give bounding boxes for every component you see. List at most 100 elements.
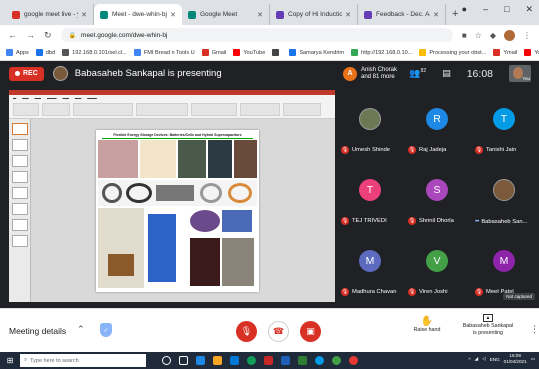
task-view-icon[interactable] <box>179 356 188 365</box>
participant-tile[interactable]: V 🎙 Viren Joshi <box>405 232 470 301</box>
leave-call-button[interactable]: ☎ <box>268 321 289 342</box>
slide-thumbnail[interactable] <box>12 123 28 135</box>
volume-icon[interactable]: ◁ <box>482 356 486 362</box>
paper-image <box>108 254 134 276</box>
search-placeholder: Type here to search <box>30 357 79 364</box>
mic-off-icon: 🎙 <box>240 326 253 336</box>
bookmark-item[interactable]: YouTube <box>524 49 539 56</box>
bookmark-icon <box>233 49 241 56</box>
chrome-icon[interactable] <box>247 356 256 365</box>
participant-tile[interactable]: ••• Babasaheb San... <box>472 161 537 230</box>
participant-tile[interactable]: T 🎙 TEJ TRIVEDI <box>338 161 403 230</box>
slide-thumbnail[interactable] <box>12 187 28 199</box>
url-text: meet.google.com/dwe-whin-bj <box>81 31 168 39</box>
close-icon[interactable]: ✕ <box>257 11 263 19</box>
meet-favicon-icon <box>188 10 196 19</box>
edge-icon[interactable] <box>196 356 205 365</box>
extension-icons: ■ ☆ ◆ ⋮ <box>462 29 531 41</box>
bookmark-item[interactable]: YouTube <box>233 49 265 56</box>
shield-icon[interactable]: ✓ <box>100 323 112 337</box>
bookmark-item[interactable]: Samarya Kendrim <box>289 49 344 56</box>
bookmark-item[interactable]: FMI Bread n Tools U <box>133 49 195 56</box>
slide-thumbnail[interactable] <box>12 203 28 215</box>
chat-icon[interactable]: ▤ <box>442 68 451 79</box>
participant-tile[interactable]: R 🎙 Raj Jadeja <box>405 90 470 159</box>
participant-tile[interactable]: M 🎙 Madhura Chavan <box>338 232 403 301</box>
participant-tile[interactable]: S 🎙 Shrinil Dhorla <box>405 161 470 230</box>
app-icon[interactable] <box>332 356 341 365</box>
browser-tab[interactable]: Feedback - Dec. April 202 ✕ <box>358 4 446 25</box>
close-icon[interactable]: ✕ <box>345 11 351 19</box>
ribbon-group <box>13 103 39 116</box>
browser-tab-active[interactable]: Meet - dwe-whin-bj ✕ <box>94 4 182 25</box>
maximize-icon[interactable]: □ <box>504 4 509 15</box>
close-icon[interactable]: ✕ <box>170 11 176 19</box>
participant-tile[interactable]: M 🎙 Meet Patel Not captured <box>472 232 537 301</box>
reload-icon[interactable]: ↻ <box>44 30 52 41</box>
menu-icon[interactable]: ⋮ <box>523 31 531 40</box>
ring-image <box>102 183 122 203</box>
profile-avatar[interactable] <box>504 29 515 41</box>
bookmark-icon <box>35 49 43 56</box>
url-input[interactable]: 🔒 meet.google.com/dwe-whin-bj <box>60 28 453 42</box>
powerpoint-icon[interactable] <box>264 356 273 365</box>
windows-start-button[interactable]: ⊞ <box>0 352 20 369</box>
app-icon[interactable] <box>349 356 358 365</box>
chevron-up-icon[interactable]: ⌃ <box>77 324 85 335</box>
mic-off-button[interactable]: 🎙 <box>236 321 257 342</box>
cortana-icon[interactable] <box>162 356 171 365</box>
close-icon[interactable]: ✕ <box>81 11 87 19</box>
excel-icon[interactable] <box>298 356 307 365</box>
participant-name: Viren Joshi <box>419 289 448 295</box>
forward-icon[interactable]: → <box>26 30 35 40</box>
language-indicator[interactable]: ENG <box>490 357 500 362</box>
bookmark-item[interactable]: Processing your obst... <box>419 49 486 56</box>
camera-off-button[interactable]: ▣ <box>300 321 321 342</box>
more-options-icon[interactable]: ⋮ <box>530 324 539 335</box>
slide-thumbnail[interactable] <box>12 139 28 151</box>
bookmark-label: Processing your obst... <box>429 49 487 56</box>
browser-tab[interactable]: Copy of Hi Induction Res ✕ <box>270 4 358 25</box>
taskbar-search-input[interactable]: ⌕ Type here to search <box>20 354 146 367</box>
camera-icon[interactable]: ■ <box>462 31 467 40</box>
minimize-icon[interactable]: – <box>483 4 488 15</box>
back-icon[interactable]: ← <box>8 30 17 40</box>
bookmark-item[interactable]: 192.168.0.101/sel.cl... <box>62 49 127 56</box>
close-icon[interactable]: ✕ <box>433 11 439 19</box>
self-view-tile[interactable]: You <box>509 65 531 82</box>
participant-name-row: 🎙 Viren Joshi <box>408 288 448 296</box>
participant-tile[interactable]: T 🎙 Tanishi Jain <box>472 90 537 159</box>
bookmark-item[interactable] <box>272 49 282 56</box>
word-icon[interactable] <box>281 356 290 365</box>
bookmark-item[interactable]: dbd <box>35 49 55 56</box>
participant-tile[interactable]: 🎙 Umesh Shinde <box>338 90 403 159</box>
close-window-icon[interactable]: ✕ <box>525 4 533 15</box>
bookmark-item[interactable]: Gmail <box>201 49 226 56</box>
extension-icon[interactable]: ◆ <box>490 31 496 40</box>
tray-arrow-icon[interactable]: ^ <box>468 357 470 362</box>
star-icon[interactable]: ☆ <box>475 31 482 40</box>
present-button[interactable]: ▲ Babasaheb Sankapal is presenting <box>457 314 519 337</box>
address-bar-row: ← → ↻ 🔒 meet.google.com/dwe-whin-bj ■ ☆ … <box>0 25 539 45</box>
taskbar-clock[interactable]: 16:08 01/04/2021 <box>504 353 527 365</box>
rec-label: REC <box>23 70 38 77</box>
slide-thumbnail[interactable] <box>12 235 28 247</box>
slide-thumbnail[interactable] <box>12 171 28 183</box>
app-icon[interactable] <box>315 356 324 365</box>
slide-thumbnail[interactable] <box>12 155 28 167</box>
notifications-icon[interactable]: ▭ <box>531 356 535 362</box>
bookmark-item[interactable]: Apps <box>6 49 29 56</box>
people-icon[interactable]: 👥82 <box>409 68 426 79</box>
meeting-details-button[interactable]: Meeting details <box>9 326 66 336</box>
raise-hand-button[interactable]: ✋ Raise hand <box>408 316 446 333</box>
ribbon-group <box>73 103 133 116</box>
new-tab-button[interactable]: + <box>452 4 458 25</box>
bookmark-item[interactable]: http://192.168.0.10... <box>351 49 412 56</box>
browser-tab[interactable]: google meet live - youtub ✕ <box>6 4 94 25</box>
network-icon[interactable]: ◢ <box>475 356 479 362</box>
bookmark-item[interactable]: Ymail <box>493 49 517 56</box>
browser-tab[interactable]: Google Meet ✕ <box>182 4 270 25</box>
store-icon[interactable] <box>230 356 239 365</box>
file-explorer-icon[interactable] <box>213 356 222 365</box>
slide-thumbnail[interactable] <box>12 219 28 231</box>
